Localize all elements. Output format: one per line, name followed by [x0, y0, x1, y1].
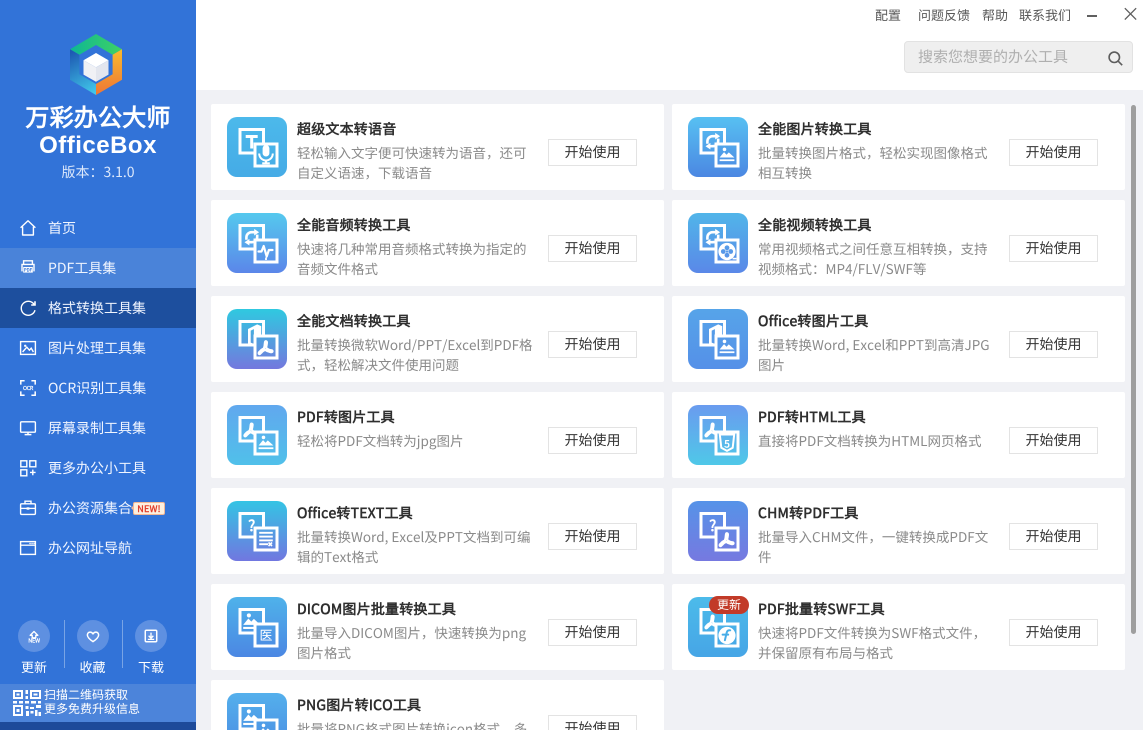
- svg-text:PDF: PDF: [24, 268, 33, 274]
- svg-text:医: 医: [259, 625, 272, 644]
- svg-text:NEW: NEW: [28, 636, 40, 645]
- svg-text:OCR: OCR: [23, 384, 34, 392]
- svg-text:5: 5: [723, 435, 730, 450]
